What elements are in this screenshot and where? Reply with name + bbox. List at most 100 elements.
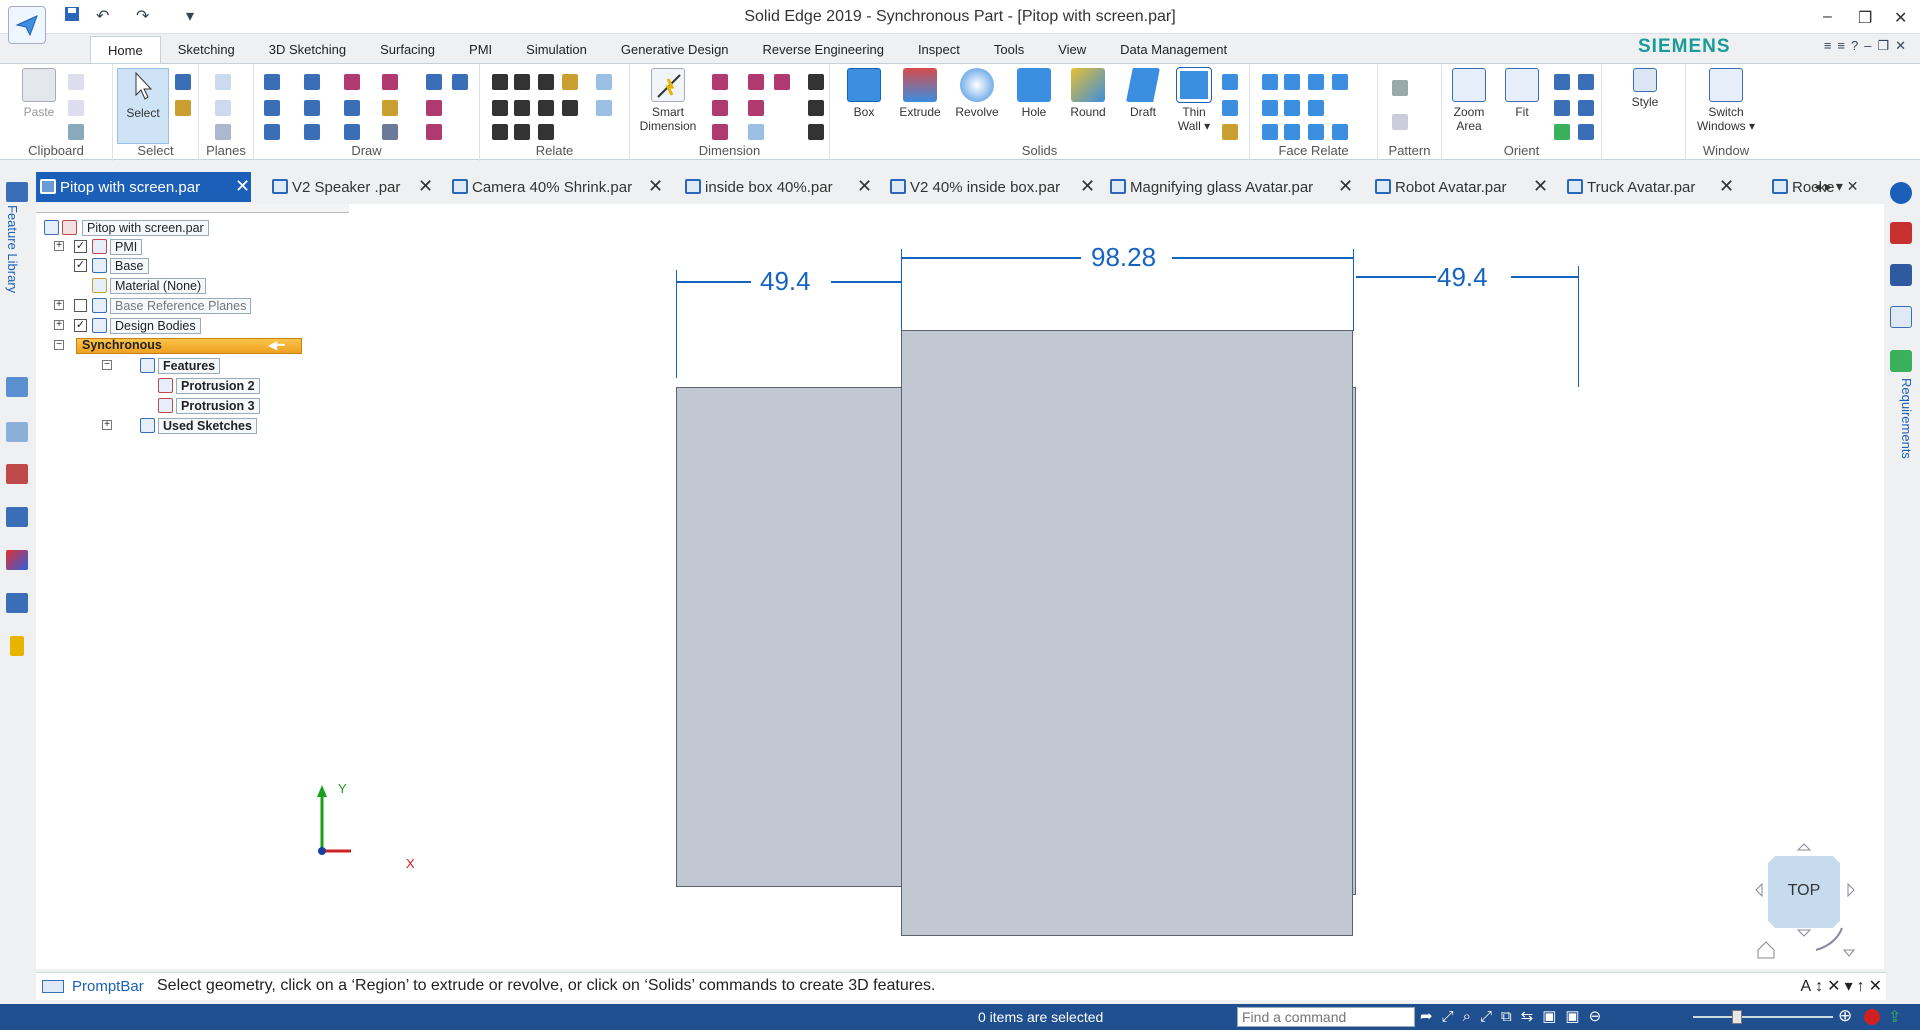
tab-tools[interactable]: Tools	[977, 36, 1041, 64]
thin-wall-button[interactable]: Thin Wall ▾	[1172, 67, 1216, 133]
collapse-icon[interactable]: −	[102, 360, 112, 370]
trim-icon[interactable]	[344, 74, 360, 90]
body-left-block[interactable]	[676, 387, 904, 887]
callout-icon[interactable]	[808, 124, 824, 140]
upload-icon[interactable]: ⇪	[1888, 1007, 1901, 1027]
mirror-icon[interactable]	[382, 124, 398, 140]
coaxial-icon[interactable]	[1284, 74, 1300, 90]
ground-icon[interactable]	[1308, 124, 1324, 140]
line-icon[interactable]	[264, 74, 280, 90]
find-command-input[interactable]	[1237, 1007, 1415, 1027]
help-icon[interactable]	[1890, 182, 1912, 204]
round-button[interactable]: Round	[1062, 68, 1114, 119]
dimension-value-center[interactable]: 98.28	[1091, 242, 1156, 273]
zoom-icon[interactable]	[1554, 74, 1570, 90]
fillet-icon[interactable]	[304, 124, 320, 140]
tab-sketching[interactable]: Sketching	[161, 36, 252, 64]
collinear-icon[interactable]	[492, 124, 508, 140]
close-tab-icon[interactable]: ✕	[648, 176, 663, 197]
doc-tab-pitop[interactable]: Pitop with screen.par ✕	[36, 172, 251, 202]
style-button[interactable]: Style	[1620, 68, 1670, 109]
youtube-icon[interactable]	[1890, 222, 1912, 244]
doc-tab-inside-box[interactable]: inside box 40%.par ✕	[681, 172, 872, 202]
tab-generative-design[interactable]: Generative Design	[604, 36, 746, 64]
tab-data-management[interactable]: Data Management	[1103, 36, 1244, 64]
concentric-icon[interactable]	[538, 74, 554, 90]
tab-inspect[interactable]: Inspect	[901, 36, 977, 64]
sensors-icon[interactable]	[6, 422, 28, 442]
tab-home[interactable]: Home	[90, 36, 161, 64]
community-icon[interactable]	[1890, 306, 1912, 328]
status-view-tools[interactable]: ➦⤢⌕⤢⧉⇆▣▣⊖	[1420, 1007, 1610, 1025]
paste-button[interactable]: Paste	[14, 68, 64, 119]
body-center-block[interactable]	[901, 330, 1353, 936]
box-button[interactable]: Box	[842, 68, 886, 119]
persist-icon[interactable]	[1332, 124, 1348, 140]
concentric-face-icon[interactable]	[1262, 100, 1278, 116]
coplanar-icon[interactable]	[1262, 74, 1278, 90]
family-of-parts-icon[interactable]	[6, 464, 28, 484]
doc-tab-camera[interactable]: Camera 40% Shrink.par ✕	[448, 172, 663, 202]
plane-icon[interactable]	[215, 74, 231, 90]
maintain-relationships-icon[interactable]	[596, 100, 612, 116]
text-icon[interactable]	[808, 100, 824, 116]
parallel-face-icon[interactable]	[1308, 74, 1324, 90]
pattern-icon[interactable]	[1392, 80, 1408, 96]
promptbar-tools[interactable]: A↕✕▾↑✕	[1800, 976, 1886, 996]
cut-icon[interactable]	[68, 74, 84, 90]
key-icon[interactable]	[10, 636, 24, 656]
expand-icon[interactable]: +	[54, 300, 64, 310]
subtract-icon[interactable]	[1222, 100, 1238, 116]
parallel-icon[interactable]	[538, 124, 554, 140]
close-button[interactable]: ✕	[1894, 8, 1907, 28]
properties-icon[interactable]	[6, 593, 28, 613]
simulation-results-icon[interactable]	[6, 507, 28, 527]
project-icon[interactable]	[426, 74, 442, 90]
dimension-value-right[interactable]: 49.4	[1437, 262, 1488, 293]
connect-icon[interactable]	[492, 74, 508, 90]
equal-icon[interactable]	[514, 100, 530, 116]
view-cube-controls[interactable]	[1750, 840, 1860, 960]
relationship-handles-icon[interactable]	[596, 74, 612, 90]
zoom-slider-thumb[interactable]	[1732, 1010, 1742, 1024]
expand-icon[interactable]: +	[102, 420, 112, 430]
tab-pmi[interactable]: PMI	[452, 36, 509, 64]
rotate-icon[interactable]	[1554, 124, 1570, 140]
tangent-arc-icon[interactable]	[304, 100, 320, 116]
dimension-value-left[interactable]: 49.4	[760, 266, 811, 297]
horizontal-face-icon[interactable]	[1262, 124, 1278, 140]
select-button[interactable]: Select	[117, 68, 169, 144]
coordinate-dimension-icon[interactable]	[748, 74, 764, 90]
feature-library-tab[interactable]: Feature Library	[5, 205, 20, 293]
lock-icon[interactable]	[562, 74, 578, 90]
ribbon-window-controls[interactable]: ≡≡?–❐✕	[1824, 38, 1912, 54]
sketch-view-icon[interactable]	[452, 74, 468, 90]
pathfinder-resize-handle[interactable]	[36, 204, 349, 213]
angular-coordinate-icon[interactable]	[748, 100, 764, 116]
symmetric-icon[interactable]	[514, 124, 530, 140]
hole-button[interactable]: Hole	[1012, 68, 1056, 119]
smart-dimension-button[interactable]: Smart Dimension	[636, 68, 700, 133]
spin-about-icon[interactable]	[1578, 100, 1594, 116]
switch-windows-button[interactable]: Switch Windows ▾	[1688, 68, 1764, 133]
pmi-icon[interactable]	[774, 74, 790, 90]
add-body-icon[interactable]	[1222, 74, 1238, 90]
close-tab-icon[interactable]: ✕	[418, 176, 433, 197]
zoom-slider[interactable]	[1693, 1010, 1833, 1024]
pan-icon[interactable]	[1554, 100, 1570, 116]
record-icon[interactable]	[1864, 1009, 1880, 1025]
minimize-button[interactable]: –	[1823, 8, 1832, 26]
pmi-checkbox[interactable]: ✓	[74, 240, 87, 253]
requirements-icon[interactable]	[1890, 350, 1912, 372]
tangent-icon[interactable]	[514, 74, 530, 90]
doc-tab-v2-inside-box[interactable]: V2 40% inside box.par ✕	[886, 172, 1096, 202]
format-painter-icon[interactable]	[68, 124, 84, 140]
construction-icon[interactable]	[426, 124, 442, 140]
plane-options-icon[interactable]	[215, 100, 231, 116]
doc-tab-robot[interactable]: Robot Avatar.par ✕	[1371, 172, 1551, 202]
sketch-view-orient-icon[interactable]	[1578, 124, 1594, 140]
rectangle-icon[interactable]	[264, 100, 280, 116]
circle-icon[interactable]	[264, 124, 280, 140]
mirror-body-icon[interactable]	[1392, 114, 1408, 130]
perpendicular-face-icon[interactable]	[1284, 100, 1300, 116]
